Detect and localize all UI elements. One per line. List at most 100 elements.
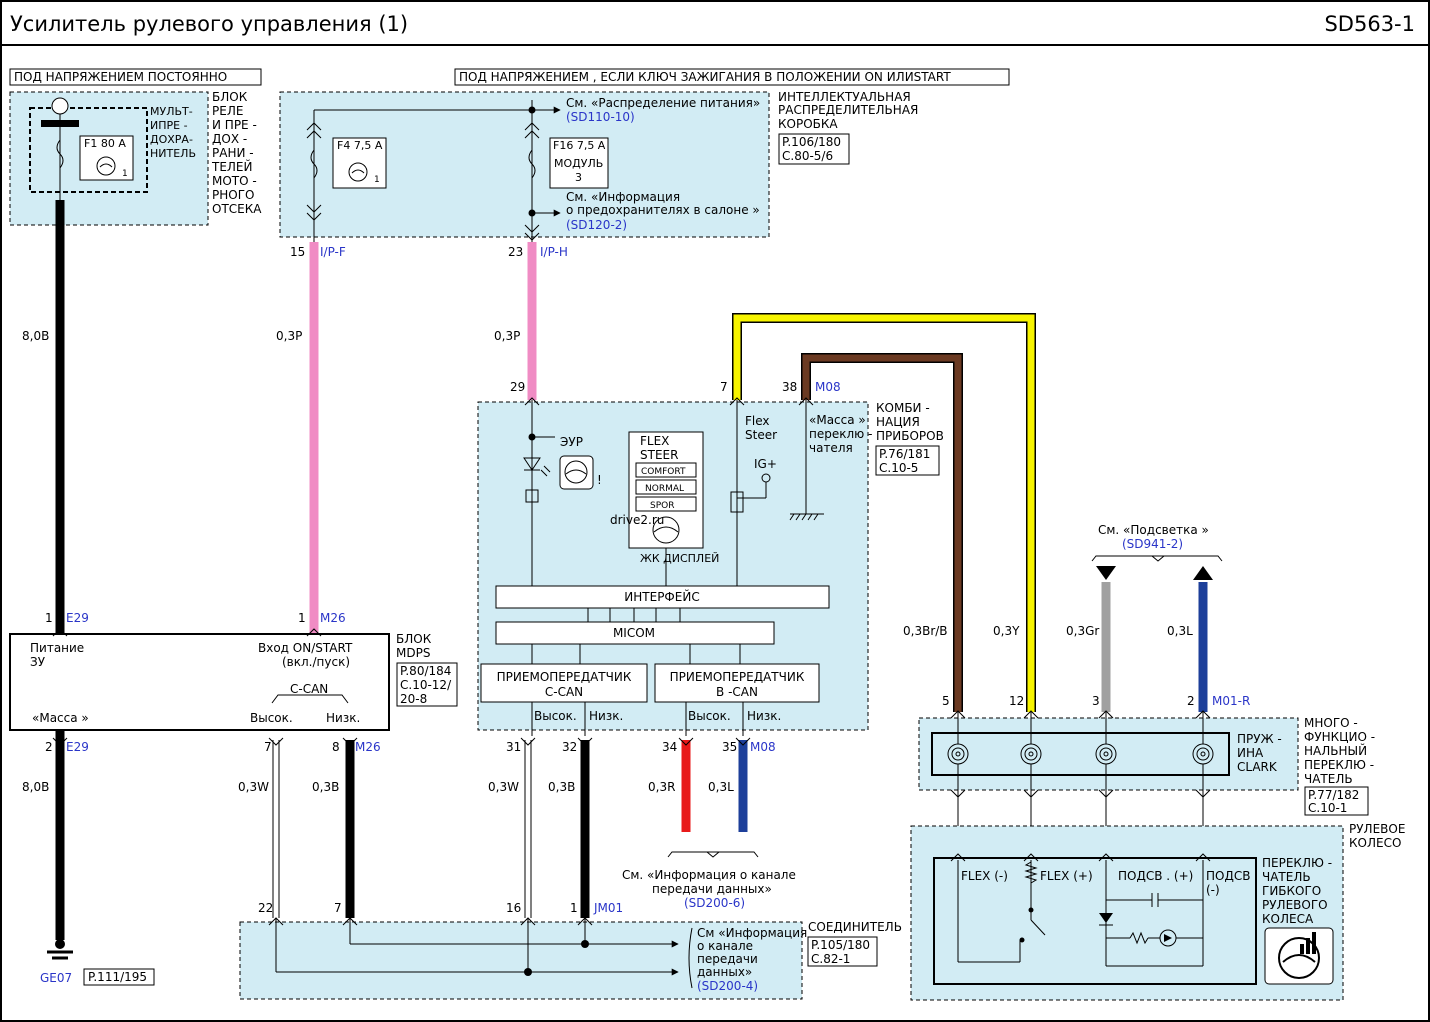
svg-text:0,3W: 0,3W <box>238 780 269 794</box>
svg-text:P.77/182: P.77/182 <box>1308 788 1359 802</box>
svg-text:ПОДСВ . (+): ПОДСВ . (+) <box>1118 869 1193 883</box>
mode-sport: SPOR <box>650 501 674 511</box>
svg-text:8,0B: 8,0B <box>22 329 49 343</box>
svg-text:0,3P: 0,3P <box>494 329 520 343</box>
banner-ignition: ПОД НАПРЯЖЕНИЕМ , ЕСЛИ КЛЮЧ ЗАЖИГАНИЯ В … <box>454 68 1010 86</box>
svg-text:M08: M08 <box>815 380 841 394</box>
svg-text:ЧАТЕЛЬ: ЧАТЕЛЬ <box>1304 772 1353 786</box>
svg-text:P.111/195: P.111/195 <box>88 970 147 984</box>
relay-box-label: БЛОК РЕЛЕ И ПРЕ - ДОХ - РАНИ - ТЕЛЕЙ МОТ… <box>211 90 262 216</box>
svg-text:MDPS: MDPS <box>396 646 430 660</box>
svg-text:РУЛЕВОГО: РУЛЕВОГО <box>1262 898 1328 912</box>
svg-text:1: 1 <box>298 611 306 625</box>
svg-text:ОТСЕКА: ОТСЕКА <box>212 202 262 216</box>
svg-text:ФУНКЦИО -: ФУНКЦИО - <box>1304 730 1375 744</box>
svg-text:ЖК ДИСПЛЕЙ: ЖК ДИСПЛЕЙ <box>640 552 719 565</box>
svg-text:КОМБИ -: КОМБИ - <box>876 401 930 415</box>
svg-text:ПОД НАПРЯЖЕНИЕМ , ЕСЛИ КЛЮЧ: ПОД НАПРЯЖЕНИЕМ , ЕСЛИ КЛЮЧ ЗАЖИГАНИЯ В … <box>459 70 951 84</box>
joint-connector: См «Информация о канале передачи данных»… <box>239 918 902 1000</box>
svg-text:о канале: о канале <box>697 939 753 953</box>
svg-text:ЗУ: ЗУ <box>30 655 46 669</box>
svg-text:ИПРЕ -: ИПРЕ - <box>150 119 188 132</box>
svg-text:(-): (-) <box>1206 883 1220 897</box>
svg-text:Низк.: Низк. <box>589 709 623 723</box>
svg-text:32: 32 <box>562 740 577 754</box>
svg-text:«Масса »: «Масса » <box>32 711 89 725</box>
svg-text:БЛОК: БЛОК <box>212 90 248 104</box>
svg-text:ПЕРЕКЛЮ -: ПЕРЕКЛЮ - <box>1304 758 1374 772</box>
svg-text:Вход ON/START: Вход ON/START <box>258 641 353 655</box>
svg-text:1: 1 <box>374 175 380 185</box>
svg-text:C-CAN: C-CAN <box>545 685 583 699</box>
fuse-f1-label: F1 80 A <box>84 137 126 150</box>
svg-text:STEER: STEER <box>640 448 678 462</box>
svg-text:См. «Подсветка »: См. «Подсветка » <box>1098 523 1209 537</box>
svg-text:12: 12 <box>1009 694 1024 708</box>
svg-text:ПЕРЕКЛЮ -: ПЕРЕКЛЮ - <box>1262 856 1332 870</box>
svg-text:НИТЕЛЬ: НИТЕЛЬ <box>150 147 196 160</box>
wiring-diagram: Усилитель рулевого управления (1) SD563-… <box>0 0 1430 1022</box>
svg-text:0,3Gr: 0,3Gr <box>1066 624 1099 638</box>
svg-text:C.10-1: C.10-1 <box>1308 801 1347 815</box>
svg-text:МУЛЬТ-: МУЛЬТ- <box>150 105 193 118</box>
svg-text:C-CAN: C-CAN <box>290 682 328 696</box>
svg-text:См. «Информация о канале: См. «Информация о канале <box>622 868 796 882</box>
svg-text:M26: M26 <box>320 611 346 625</box>
svg-text:FLEX: FLEX <box>640 434 669 448</box>
svg-text:СОЕДИНИТЕЛЬ: СОЕДИНИТЕЛЬ <box>808 920 902 934</box>
svg-text:МНОГО -: МНОГО - <box>1304 716 1358 730</box>
svg-text:ДОХ -: ДОХ - <box>212 132 247 146</box>
svg-text:ТЕЛЕЙ: ТЕЛЕЙ <box>211 159 253 174</box>
svg-text:P.106/180: P.106/180 <box>782 135 841 149</box>
svg-text:2: 2 <box>45 740 53 754</box>
svg-text:о предохранителях в салоне »: о предохранителях в салоне » <box>566 203 760 217</box>
svg-text:ПРИБОРОВ: ПРИБОРОВ <box>876 429 944 443</box>
smart-junction-box: F4 7,5 A 1 F16 7,5 A МОДУЛЬ 3 См. «Распр… <box>279 90 918 242</box>
svg-text:8: 8 <box>332 740 340 754</box>
svg-text:РНОГО: РНОГО <box>212 188 254 202</box>
svg-text:0,3W: 0,3W <box>488 780 519 794</box>
banner-constant: ПОД НАПРЯЖЕНИЕМ ПОСТОЯННО <box>9 68 262 86</box>
svg-text:Steer: Steer <box>745 428 777 442</box>
svg-text:P.80/184: P.80/184 <box>400 664 451 678</box>
svg-text:16: 16 <box>506 901 521 915</box>
svg-text:МОДУЛЬ: МОДУЛЬ <box>554 157 603 170</box>
svg-text:КОЛЕСА: КОЛЕСА <box>1262 912 1314 926</box>
svg-text:Flex: Flex <box>745 414 770 428</box>
svg-text:передачи данных»: передачи данных» <box>652 882 772 896</box>
svg-text:P.76/181: P.76/181 <box>879 447 930 461</box>
svg-text:РУЛЕВОЕ: РУЛЕВОЕ <box>1349 822 1405 836</box>
svg-text:Высок.: Высок. <box>688 709 731 723</box>
mdps-unit: Питание ЗУ Вход ON/START (вкл./пуск) «Ма… <box>9 632 458 731</box>
svg-text:C.80-5/6: C.80-5/6 <box>782 149 833 163</box>
ground-ge07: GE07 P.111/195 <box>40 939 155 986</box>
multifunction-switch-label: МНОГО - ФУНКЦИО - НАЛЬНЫЙ ПЕРЕКЛЮ - ЧАТЕ… <box>1304 716 1375 786</box>
svg-text:8,0B: 8,0B <box>22 780 49 794</box>
svg-text:ЧАТЕЛЬ: ЧАТЕЛЬ <box>1262 870 1311 884</box>
warning-icon: ! <box>597 473 602 487</box>
svg-text:7: 7 <box>720 380 728 394</box>
steering-wheel: FLEX (-) FLEX (+) ПОДСВ . (+) ПОДСВ . (-… <box>910 822 1405 1001</box>
see-power-distribution: См. «Распределение питания» <box>566 96 760 110</box>
see-power-ref: (SD110-10) <box>566 110 635 124</box>
svg-text:15: 15 <box>290 245 305 259</box>
svg-text:0,3Br/B: 0,3Br/B <box>903 624 948 638</box>
mfuse-label: МУЛЬТ- ИПРЕ - ДОХРА- НИТЕЛЬ <box>150 105 196 160</box>
svg-text:«Масса »: «Масса » <box>809 413 866 427</box>
svg-text:КОЛЕСО: КОЛЕСО <box>1349 836 1401 850</box>
svg-text:3: 3 <box>1092 694 1100 708</box>
mdps-label: БЛОК MDPS <box>396 632 432 660</box>
svg-text:Высок.: Высок. <box>250 711 293 725</box>
backlight-ref-link: (SD941-2) <box>1122 537 1183 551</box>
flex-steer-button-icon <box>1264 927 1334 985</box>
svg-text:34: 34 <box>662 740 677 754</box>
svg-text:(вкл./пуск): (вкл./пуск) <box>282 655 350 669</box>
fuse-f16-label: F16 7,5 A <box>553 139 606 152</box>
svg-text:C.10-5: C.10-5 <box>879 461 918 475</box>
svg-text:НАЛЬНЫЙ: НАЛЬНЫЙ <box>1304 743 1367 758</box>
svg-text:7: 7 <box>334 901 342 915</box>
svg-text:JM01: JM01 <box>593 901 623 915</box>
can-ref-link: (SD200-6) <box>684 896 745 910</box>
svg-text:НАЦИЯ: НАЦИЯ <box>876 415 920 429</box>
svg-text:23: 23 <box>508 245 523 259</box>
